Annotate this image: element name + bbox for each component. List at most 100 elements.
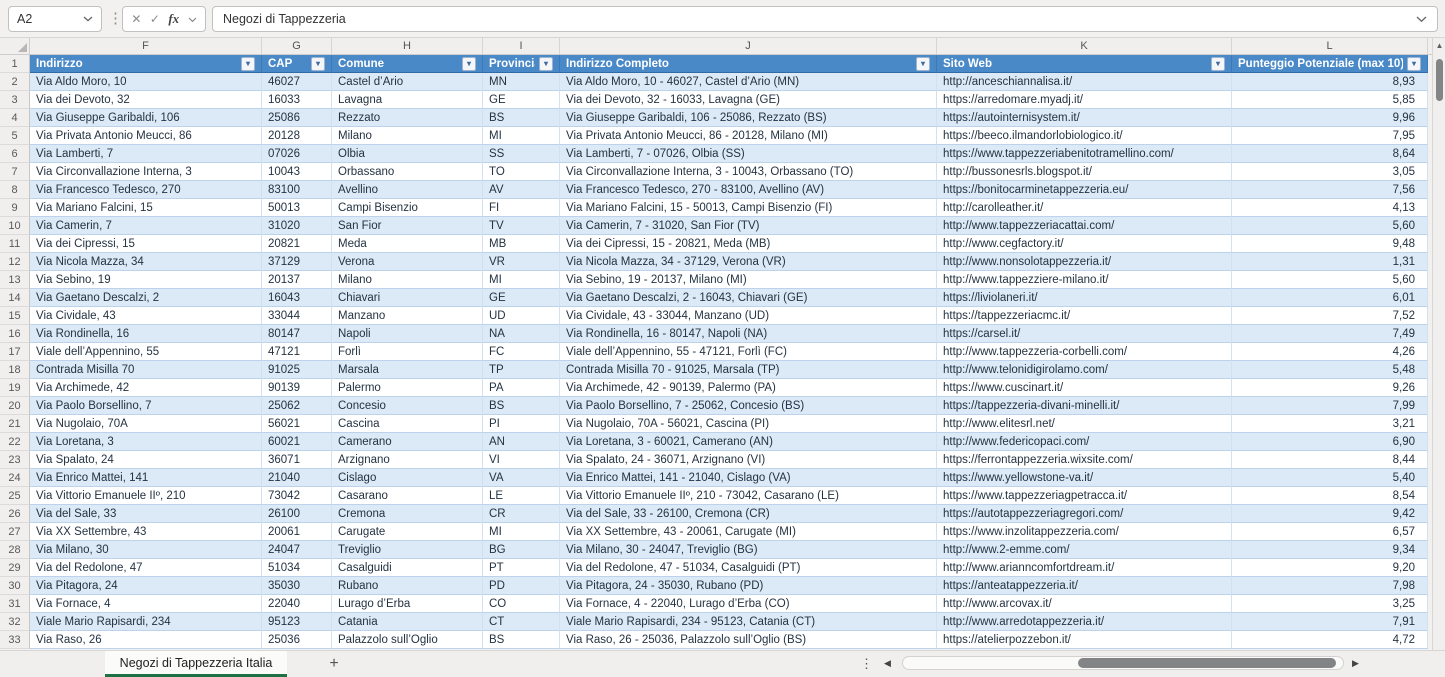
cell-I21[interactable]: PI xyxy=(483,415,560,433)
header-cell-K[interactable]: Sito Web ▾ xyxy=(937,55,1232,73)
cell-L14[interactable]: 6,01 xyxy=(1232,289,1428,307)
cell-I11[interactable]: MB xyxy=(483,235,560,253)
cell-G24[interactable]: 21040 xyxy=(262,469,332,487)
row-number-33[interactable]: 33 xyxy=(0,631,30,649)
row-number-20[interactable]: 20 xyxy=(0,397,30,415)
cancel-icon[interactable]: ✕ xyxy=(131,12,141,26)
cell-L9[interactable]: 4,13 xyxy=(1232,199,1428,217)
column-letter-J[interactable]: J xyxy=(560,38,937,54)
scroll-up-icon[interactable]: ▲ xyxy=(1433,41,1445,50)
cell-I16[interactable]: NA xyxy=(483,325,560,343)
cell-H21[interactable]: Cascina xyxy=(332,415,483,433)
cell-F8[interactable]: Via Francesco Tedesco, 270 xyxy=(30,181,262,199)
row-number-16[interactable]: 16 xyxy=(0,325,30,343)
cell-I9[interactable]: FI xyxy=(483,199,560,217)
row-number-23[interactable]: 23 xyxy=(0,451,30,469)
cell-G17[interactable]: 47121 xyxy=(262,343,332,361)
formula-bar-expand-chevron-icon[interactable] xyxy=(1416,16,1427,23)
cell-I23[interactable]: VI xyxy=(483,451,560,469)
cell-L6[interactable]: 8,64 xyxy=(1232,145,1428,163)
header-cell-F[interactable]: Indirizzo ▾ xyxy=(30,55,262,73)
cell-I10[interactable]: TV xyxy=(483,217,560,235)
row-number-5[interactable]: 5 xyxy=(0,127,30,145)
cell-J13[interactable]: Via Sebino, 19 - 20137, Milano (MI) xyxy=(560,271,937,289)
cell-K17[interactable]: http://www.tappezzeria-corbelli.com/ xyxy=(937,343,1232,361)
cell-K13[interactable]: http://www.tappezziere-milano.it/ xyxy=(937,271,1232,289)
horizontal-scrollbar-thumb[interactable] xyxy=(1078,658,1336,668)
cell-F33[interactable]: Via Raso, 26 xyxy=(30,631,262,649)
cell-J19[interactable]: Via Archimede, 42 - 90139, Palermo (PA) xyxy=(560,379,937,397)
cell-K6[interactable]: https://www.tappezzeriabenitotramellino.… xyxy=(937,145,1232,163)
cell-K32[interactable]: http://www.arredotappezzeria.it/ xyxy=(937,613,1232,631)
row-number-21[interactable]: 21 xyxy=(0,415,30,433)
scroll-left-icon[interactable]: ◀ xyxy=(884,658,891,669)
cell-F16[interactable]: Via Rondinella, 16 xyxy=(30,325,262,343)
cell-J31[interactable]: Via Fornace, 4 - 22040, Lurago d’Erba (C… xyxy=(560,595,937,613)
cell-J23[interactable]: Via Spalato, 24 - 36071, Arzignano (VI) xyxy=(560,451,937,469)
cell-L2[interactable]: 8,93 xyxy=(1232,73,1428,91)
cell-G3[interactable]: 16033 xyxy=(262,91,332,109)
cell-H15[interactable]: Manzano xyxy=(332,307,483,325)
cell-J21[interactable]: Via Nugolaio, 70A - 56021, Cascina (PI) xyxy=(560,415,937,433)
cell-K31[interactable]: http://www.arcovax.it/ xyxy=(937,595,1232,613)
row-number-14[interactable]: 14 xyxy=(0,289,30,307)
cell-H23[interactable]: Arzignano xyxy=(332,451,483,469)
filter-button-I[interactable]: ▾ xyxy=(539,56,553,71)
cell-F24[interactable]: Via Enrico Mattei, 141 xyxy=(30,469,262,487)
cell-F15[interactable]: Via Cividale, 43 xyxy=(30,307,262,325)
cell-K16[interactable]: https://carsel.it/ xyxy=(937,325,1232,343)
cell-H22[interactable]: Camerano xyxy=(332,433,483,451)
cell-G26[interactable]: 26100 xyxy=(262,505,332,523)
cell-H19[interactable]: Palermo xyxy=(332,379,483,397)
cell-H33[interactable]: Palazzolo sull’Oglio xyxy=(332,631,483,649)
cell-K18[interactable]: http://www.telonidigirolamo.com/ xyxy=(937,361,1232,379)
cell-L5[interactable]: 7,95 xyxy=(1232,127,1428,145)
cell-F19[interactable]: Via Archimede, 42 xyxy=(30,379,262,397)
cell-H11[interactable]: Meda xyxy=(332,235,483,253)
row-number-28[interactable]: 28 xyxy=(0,541,30,559)
cell-L13[interactable]: 5,60 xyxy=(1232,271,1428,289)
cell-J22[interactable]: Via Loretana, 3 - 60021, Camerano (AN) xyxy=(560,433,937,451)
cell-G16[interactable]: 80147 xyxy=(262,325,332,343)
row-number-8[interactable]: 8 xyxy=(0,181,30,199)
cell-I18[interactable]: TP xyxy=(483,361,560,379)
row-number-1[interactable]: 1 xyxy=(0,55,30,73)
cell-H30[interactable]: Rubano xyxy=(332,577,483,595)
cell-H6[interactable]: Olbia xyxy=(332,145,483,163)
cell-G2[interactable]: 46027 xyxy=(262,73,332,91)
cell-L30[interactable]: 7,98 xyxy=(1232,577,1428,595)
cell-H5[interactable]: Milano xyxy=(332,127,483,145)
cell-J2[interactable]: Via Aldo Moro, 10 - 46027, Castel d’Ario… xyxy=(560,73,937,91)
cell-G9[interactable]: 50013 xyxy=(262,199,332,217)
cell-K5[interactable]: https://beeco.ilmandorlobiologico.it/ xyxy=(937,127,1232,145)
cell-H12[interactable]: Verona xyxy=(332,253,483,271)
cell-G6[interactable]: 07026 xyxy=(262,145,332,163)
row-number-22[interactable]: 22 xyxy=(0,433,30,451)
cell-F21[interactable]: Via Nugolaio, 70A xyxy=(30,415,262,433)
cell-F7[interactable]: Via Circonvallazione Interna, 3 xyxy=(30,163,262,181)
cell-F4[interactable]: Via Giuseppe Garibaldi, 106 xyxy=(30,109,262,127)
cell-H28[interactable]: Treviglio xyxy=(332,541,483,559)
cell-G21[interactable]: 56021 xyxy=(262,415,332,433)
cell-H25[interactable]: Casarano xyxy=(332,487,483,505)
cell-L31[interactable]: 3,25 xyxy=(1232,595,1428,613)
cell-J16[interactable]: Via Rondinella, 16 - 80147, Napoli (NA) xyxy=(560,325,937,343)
cell-F10[interactable]: Via Camerin, 7 xyxy=(30,217,262,235)
row-number-12[interactable]: 12 xyxy=(0,253,30,271)
row-number-18[interactable]: 18 xyxy=(0,361,30,379)
cell-L4[interactable]: 9,96 xyxy=(1232,109,1428,127)
cell-F14[interactable]: Via Gaetano Descalzi, 2 xyxy=(30,289,262,307)
cell-I22[interactable]: AN xyxy=(483,433,560,451)
cell-H10[interactable]: San Fior xyxy=(332,217,483,235)
filter-button-G[interactable]: ▾ xyxy=(311,56,325,71)
cell-I19[interactable]: PA xyxy=(483,379,560,397)
cell-K29[interactable]: http://www.arianncomfortdream.it/ xyxy=(937,559,1232,577)
cell-J18[interactable]: Contrada Misilla 70 - 91025, Marsala (TP… xyxy=(560,361,937,379)
cell-K3[interactable]: https://arredomare.myadj.it/ xyxy=(937,91,1232,109)
cell-L21[interactable]: 3,21 xyxy=(1232,415,1428,433)
header-cell-H[interactable]: Comune ▾ xyxy=(332,55,483,73)
cell-K8[interactable]: https://bonitocarminetappezzeria.eu/ xyxy=(937,181,1232,199)
cell-L18[interactable]: 5,48 xyxy=(1232,361,1428,379)
cell-G19[interactable]: 90139 xyxy=(262,379,332,397)
cell-H3[interactable]: Lavagna xyxy=(332,91,483,109)
